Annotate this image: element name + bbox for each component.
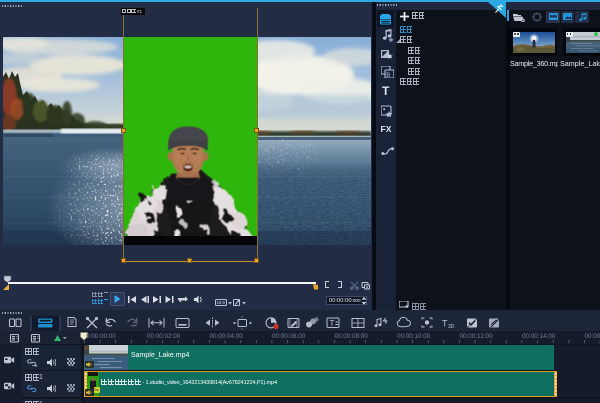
svg-text:3D: 3D — [448, 324, 455, 330]
svg-text:B: B — [386, 73, 390, 78]
svg-text:T: T — [330, 319, 335, 328]
